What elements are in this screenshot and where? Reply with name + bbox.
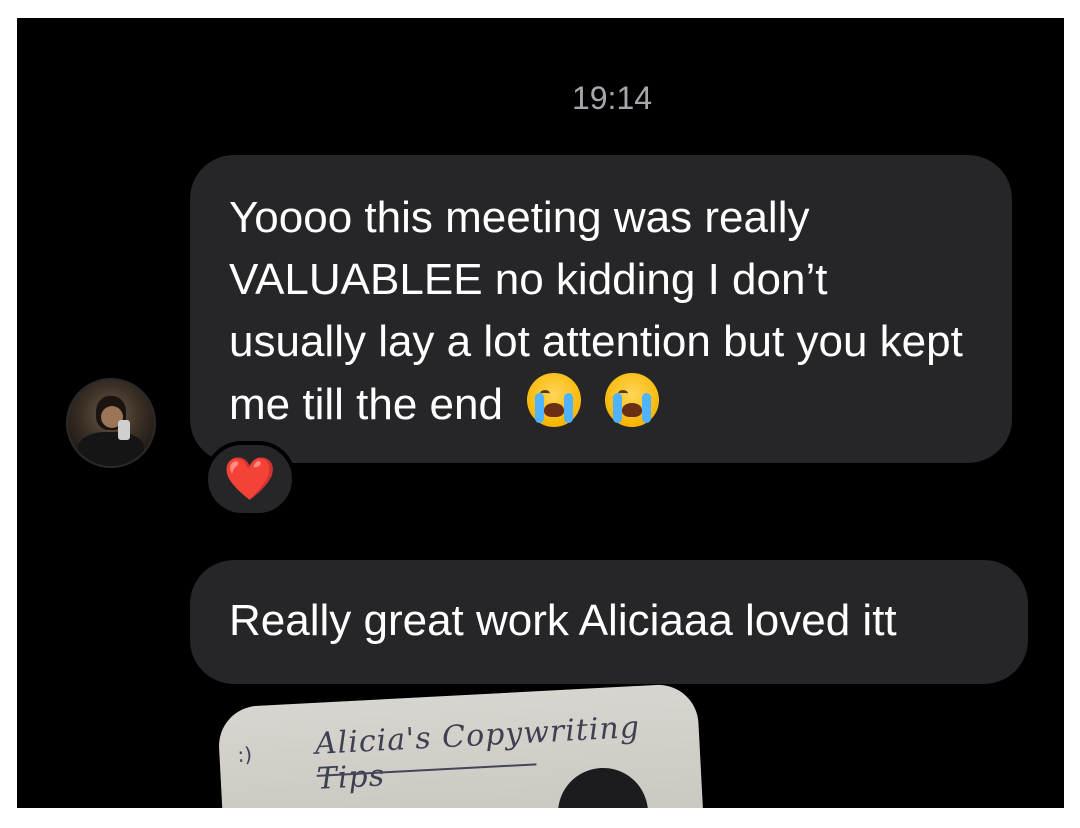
heart-reaction[interactable]: ❤️ [204,441,296,517]
sender-avatar[interactable] [66,378,156,468]
photo-attachment[interactable]: :) Alicia's Copywriting Tips [217,682,705,808]
message-bubble[interactable]: Yoooo this meeting was really VALUABLEE … [190,155,1012,463]
photo-handwritten-title: Alicia's Copywriting Tips [314,709,641,797]
crying-face-emoji-icon [605,373,660,427]
message-bubble[interactable]: Really great work Aliciaaa loved itt [190,560,1028,684]
heart-icon: ❤️ [223,454,277,503]
avatar-shoulders [78,432,144,466]
crying-face-emoji-icon [527,373,582,427]
message-text: Yoooo this meeting was really VALUABLEE … [229,193,963,429]
avatar-phone [118,420,130,440]
message-timestamp: 19:14 [571,80,653,116]
doodle-smiley: :) [236,742,253,767]
message-text: Really great work Aliciaaa loved itt [229,596,897,645]
chat-screen: 19:14 Yoooo this meeting was really VALU… [17,18,1064,808]
